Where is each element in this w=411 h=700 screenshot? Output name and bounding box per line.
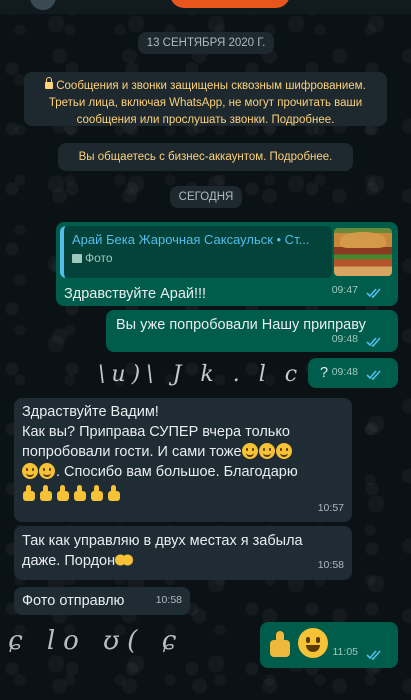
quoted-reply-card[interactable]: Арай Бека Жарочная Саксаульск • Ст... Фо…	[60, 226, 332, 278]
smile-emoji	[275, 443, 292, 459]
today-separator: СЕГОДНЯ	[170, 186, 242, 208]
lock-icon	[45, 77, 54, 89]
read-ticks-icon	[366, 370, 381, 380]
thumbs-up-emoji	[56, 485, 71, 501]
thumbs-up-emoji	[22, 485, 37, 501]
smile-emoji	[241, 443, 258, 459]
smile-emoji	[258, 443, 275, 459]
message-line: даже. Пордон	[22, 553, 116, 569]
thumbs-up-emoji	[90, 485, 105, 501]
quoted-photo-thumbnail[interactable]	[334, 228, 392, 276]
encryption-notice[interactable]: Сообщения и звонки защищены сквозным шиф…	[24, 72, 387, 126]
handwritten-scribble: ɕ lo ʊ( ɕ	[8, 626, 185, 656]
message-line: Здраствуйте Вадим!	[22, 404, 159, 420]
smile-emoji	[39, 463, 55, 479]
message-time: 10:58	[155, 594, 182, 606]
thumbs-up-emoji	[39, 485, 54, 501]
message-text: Вы уже попробовали Нашу приправу	[116, 317, 366, 333]
read-ticks-icon	[366, 288, 381, 298]
photo-icon	[72, 254, 82, 263]
message-line: Так как управляю в двух местах я забыла	[22, 533, 303, 549]
message-time: 09:48	[331, 366, 358, 378]
smile-emoji	[22, 463, 38, 479]
message-time: 09:48	[331, 333, 358, 345]
read-ticks-icon	[366, 337, 381, 347]
read-ticks-icon	[366, 650, 381, 660]
message-line: попробовали гости. И сами тоже	[22, 444, 242, 460]
outgoing-message[interactable]: Вы уже попробовали Нашу приправу 09:48	[106, 310, 398, 352]
smile-emoji	[298, 628, 328, 658]
message-time: 09:47	[331, 284, 358, 296]
thumbs-up-emoji	[73, 485, 88, 501]
message-time: 10:58	[317, 559, 344, 571]
message-time: 11:05	[332, 646, 359, 658]
message-text: Фото отправлю	[22, 593, 125, 609]
date-separator: 13 СЕНТЯБРЯ 2020 Г.	[138, 32, 274, 54]
contact-avatar[interactable]	[30, 0, 56, 10]
business-account-notice[interactable]: Вы общаетесь с бизнес-аккаунтом. Подробн…	[58, 143, 353, 171]
quoted-reply-subtitle: Фото	[85, 251, 113, 265]
chat-header-strip	[0, 0, 411, 14]
thumbs-up-emoji	[107, 485, 122, 501]
header-graphic	[170, 0, 290, 8]
message-text: ?	[320, 365, 329, 381]
message-time: 10:57	[317, 502, 344, 514]
incoming-message[interactable]: Фото отправлю 10:58	[14, 587, 190, 615]
quoted-reply-title: Арай Бека Жарочная Саксаульск • Ст...	[72, 232, 310, 247]
message-line: Как вы? Приправа СУПЕР вчера только	[22, 424, 290, 440]
business-notice-text: Вы общаетесь с бизнес-аккаунтом. Подробн…	[78, 151, 333, 163]
outgoing-message[interactable]: ? 09:48	[308, 358, 398, 388]
message-text: Здравствуйте Арай!!!	[64, 286, 207, 302]
encryption-text: Сообщения и звонки защищены сквозным шиф…	[48, 80, 366, 126]
praying-hands-emoji	[115, 552, 134, 568]
incoming-message[interactable]: Здраствуйте Вадим! Как вы? Приправа СУПЕ…	[14, 398, 352, 522]
incoming-message[interactable]: Так как управляю в двух местах я забыла …	[14, 526, 352, 580]
message-line: . Спосибо вам большое. Благодарю	[56, 464, 298, 480]
thumbs-up-emoji	[270, 631, 294, 657]
